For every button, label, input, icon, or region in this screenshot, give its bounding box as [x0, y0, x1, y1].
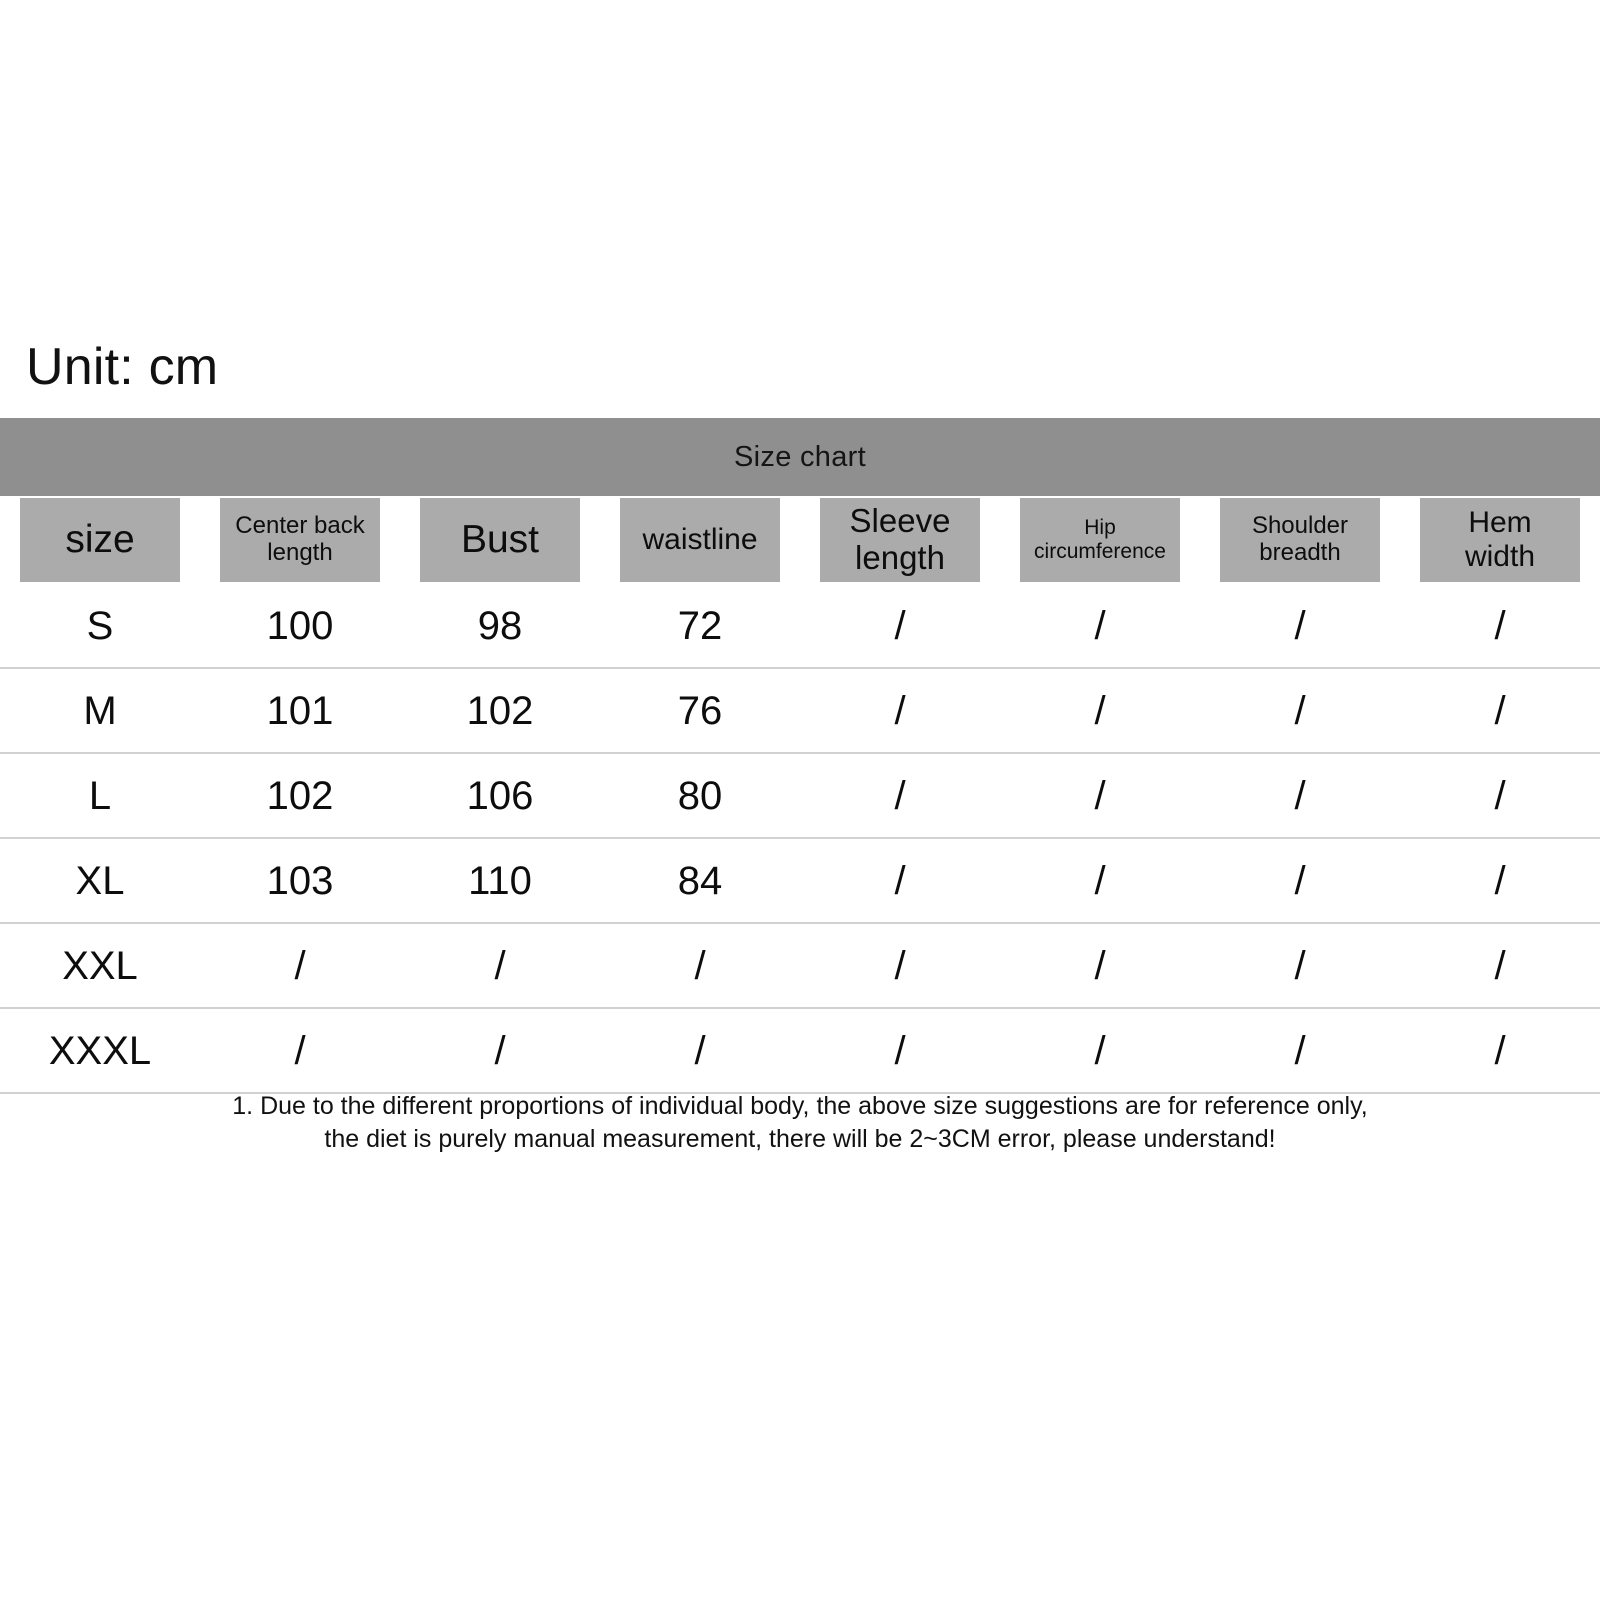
- header-chip: waistline: [620, 498, 780, 582]
- table-cell: /: [1294, 688, 1306, 733]
- table-cell: /: [894, 1028, 906, 1073]
- table-cell: /: [1294, 943, 1306, 988]
- table-header-cell: Hip circumference: [1000, 496, 1200, 584]
- table-cell: /: [294, 1028, 306, 1073]
- table-cell: /: [894, 858, 906, 903]
- header-label-line: size: [65, 518, 135, 562]
- table-cell: /: [1094, 773, 1106, 818]
- header-label-line: Sleeve: [849, 502, 951, 540]
- table-cell: /: [1494, 603, 1506, 648]
- header-label-line: Hip: [1084, 516, 1116, 540]
- table-header-cell: Center back length: [200, 496, 400, 584]
- table-cell: /: [1494, 773, 1506, 818]
- table-header-cell: waistline: [600, 496, 800, 584]
- table-body: S 100 98 72// / / M 101 102 76// / / L 102 106 80// / / XL…: [0, 584, 1600, 1092]
- table-header-cell: Shoulder breadth: [1200, 496, 1400, 584]
- table-cell-size: M: [83, 688, 117, 733]
- table-cell: /: [894, 773, 906, 818]
- table-cell: /: [494, 1028, 506, 1073]
- header-chip: size: [20, 498, 180, 582]
- table-cell: /: [1294, 858, 1306, 903]
- table-cell: /: [1494, 858, 1506, 903]
- table-header-cell: Sleeve length: [800, 496, 1000, 584]
- table-cell: 110: [468, 858, 532, 903]
- table-cell: 84: [677, 858, 723, 903]
- table-header-cell: Bust: [400, 496, 600, 584]
- table-row: XXL / / / / / / /: [0, 922, 1600, 1007]
- table-cell: 100: [266, 603, 334, 648]
- header-chip: Hem width: [1420, 498, 1580, 582]
- table-row: M 101 102 76 / / / /: [0, 667, 1600, 752]
- table-cell: /: [1094, 688, 1106, 733]
- table-cell: /: [694, 943, 706, 988]
- header-label-line: length: [855, 539, 945, 576]
- table-cell: 101: [266, 688, 334, 733]
- footnote-line-1: 1. Due to the different proportions of i…: [232, 1092, 1368, 1120]
- table-cell-size: XXXL: [48, 1028, 152, 1073]
- table-cell: /: [894, 603, 906, 648]
- table-cell: 102: [466, 688, 534, 733]
- table-title-bar: Size chart: [0, 418, 1600, 496]
- header-chip: Center back length: [220, 498, 380, 582]
- table-cell: /: [894, 943, 906, 988]
- table-row: S 100 98 72 / / / /: [0, 584, 1600, 667]
- table-cell: /: [894, 688, 906, 733]
- header-label-line: length: [267, 539, 333, 566]
- table-cell: /: [1294, 773, 1306, 818]
- table-cell: 80: [677, 773, 723, 818]
- header-label-line: circumference: [1034, 540, 1166, 563]
- table-cell-size: S: [86, 603, 114, 648]
- table-cell: 106: [466, 773, 534, 818]
- header-chip: Hip circumference: [1020, 498, 1180, 582]
- header-label-line: waistline: [642, 523, 758, 557]
- table-cell: /: [294, 943, 306, 988]
- table-title: Size chart: [734, 440, 866, 473]
- header-label-line: breadth: [1259, 539, 1341, 566]
- table-header-cell: size: [0, 496, 200, 584]
- table-cell: 76: [677, 688, 723, 733]
- table-cell: /: [1294, 603, 1306, 648]
- table-cell: 102: [266, 773, 334, 818]
- table-row: XXXL / / / / / / /: [0, 1007, 1600, 1092]
- header-label-line: Shoulder: [1251, 512, 1349, 540]
- header-chip: Bust: [420, 498, 580, 582]
- table-cell: /: [1094, 603, 1106, 648]
- table-header-row: size Center back length Bust waistline Sleeve…: [0, 496, 1600, 584]
- table-cell: /: [1094, 943, 1106, 988]
- table-cell: /: [694, 1028, 706, 1073]
- header-label-line: Bust: [460, 518, 540, 562]
- table-cell: /: [1494, 688, 1506, 733]
- table-cell-size: XXL: [62, 943, 138, 988]
- unit-label: Unit: cm: [26, 338, 219, 396]
- table-header-cell: Hem width: [1400, 496, 1600, 584]
- header-label-line: Center back: [235, 512, 365, 540]
- header-chip: Sleeve length: [820, 498, 980, 582]
- header-label-line: Hem: [1468, 506, 1532, 540]
- header-label-line: width: [1464, 540, 1536, 573]
- table-row: XL 103 110 84 / / / /: [0, 837, 1600, 922]
- size-chart-table: Size chart size Center back length Bust wais…: [0, 418, 1600, 1094]
- footnote: 1. Due to the different proportions of i…: [0, 1090, 1600, 1156]
- table-cell: /: [1294, 1028, 1306, 1073]
- table-cell: /: [494, 943, 506, 988]
- table-cell: /: [1494, 943, 1506, 988]
- table-cell: /: [1094, 1028, 1106, 1073]
- table-cell-size: L: [88, 773, 112, 818]
- header-chip: Shoulder breadth: [1220, 498, 1380, 582]
- table-cell: 103: [266, 858, 334, 903]
- table-cell: /: [1094, 858, 1106, 903]
- table-cell: 72: [677, 603, 723, 648]
- table-cell-size: XL: [75, 858, 125, 903]
- footnote-line-2: the diet is purely manual measurement, t…: [324, 1125, 1276, 1153]
- table-row: L 102 106 80 / / / /: [0, 752, 1600, 837]
- table-cell: /: [1494, 1028, 1506, 1073]
- table-cell: 98: [477, 603, 523, 648]
